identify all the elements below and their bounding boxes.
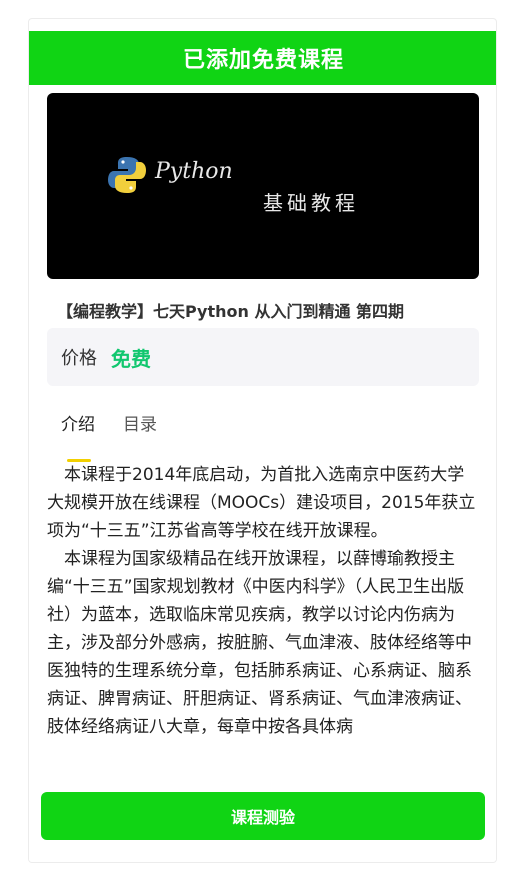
price-box: 价格 免费: [47, 328, 479, 386]
course-tabs: 介绍 目录: [61, 410, 185, 462]
header-title: 已添加免费课程: [182, 48, 344, 73]
price-value: 免费: [111, 346, 151, 371]
python-logo-icon: [108, 157, 146, 193]
price-label: 价格: [61, 348, 97, 369]
page-header: 已添加免费课程: [29, 31, 496, 85]
course-intro-content: 本课程于2014年底启动，为首批入选南京中医药大学大规模开放在线课程（MOOCs…: [47, 461, 477, 777]
course-title: 【编程教学】七天Python 从入门到精通 第四期: [57, 302, 405, 321]
tab-catalog[interactable]: 目录: [123, 410, 157, 450]
course-banner: Python 基础教程: [47, 93, 479, 279]
banner-python-word: Python: [155, 159, 233, 184]
intro-paragraph: 本课程于2014年底启动，为首批入选南京中医药大学大规模开放在线课程（MOOCs…: [47, 465, 476, 541]
course-quiz-button[interactable]: 课程测验: [41, 792, 485, 840]
tab-intro[interactable]: 介绍: [61, 410, 95, 462]
intro-paragraph: 本课程为国家级精品在线开放课程，以薛博瑜教授主编“十三五”国家规划教材《中医内科…: [47, 549, 472, 737]
banner-subtitle: 基础教程: [263, 191, 359, 215]
page-frame: 已添加免费课程 Python 基础教程 【编程教学】七天Python 从入门到精…: [28, 18, 497, 863]
